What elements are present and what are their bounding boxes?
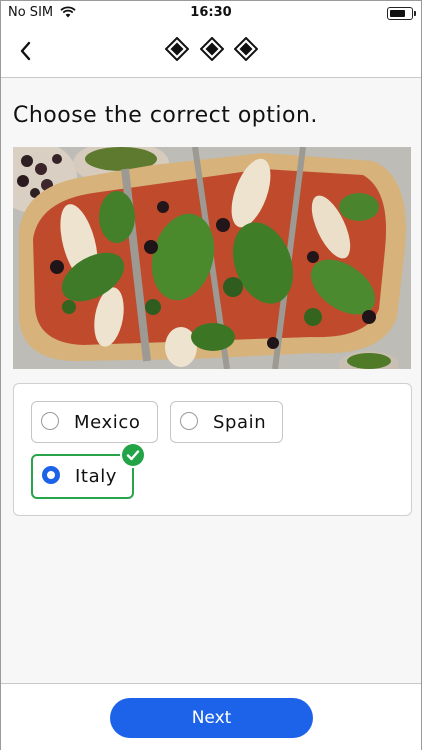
- option-label: Spain: [213, 412, 267, 433]
- question-prompt: Choose the correct option.: [13, 103, 318, 128]
- clock: 16:30: [190, 5, 232, 20]
- diamond-icon: [200, 37, 224, 61]
- battery-icon: [387, 7, 416, 20]
- chevron-left-icon[interactable]: [15, 39, 37, 63]
- option-mexico[interactable]: Mexico: [31, 401, 158, 443]
- option-label: Mexico: [74, 412, 141, 433]
- status-bar: No SIM 16:30: [1, 1, 421, 25]
- option-italy[interactable]: Italy: [31, 454, 134, 499]
- option-spain[interactable]: Spain: [170, 401, 283, 443]
- bottom-bar: Next: [1, 683, 421, 750]
- progress-indicator: [165, 37, 261, 65]
- radio-icon: [180, 412, 198, 430]
- question-image: [13, 147, 411, 369]
- next-button[interactable]: Next: [110, 698, 313, 738]
- option-label: Italy: [75, 466, 118, 487]
- checkmark-icon: [122, 444, 144, 466]
- radio-icon: [41, 412, 59, 430]
- answer-card: Mexico Spain Italy: [13, 383, 412, 516]
- app-screen: No SIM 16:30 Choose the correct option. …: [0, 0, 422, 750]
- radio-selected-icon: [42, 466, 60, 484]
- diamond-icon: [165, 37, 189, 61]
- diamond-icon: [234, 37, 258, 61]
- nav-bar: [1, 25, 421, 78]
